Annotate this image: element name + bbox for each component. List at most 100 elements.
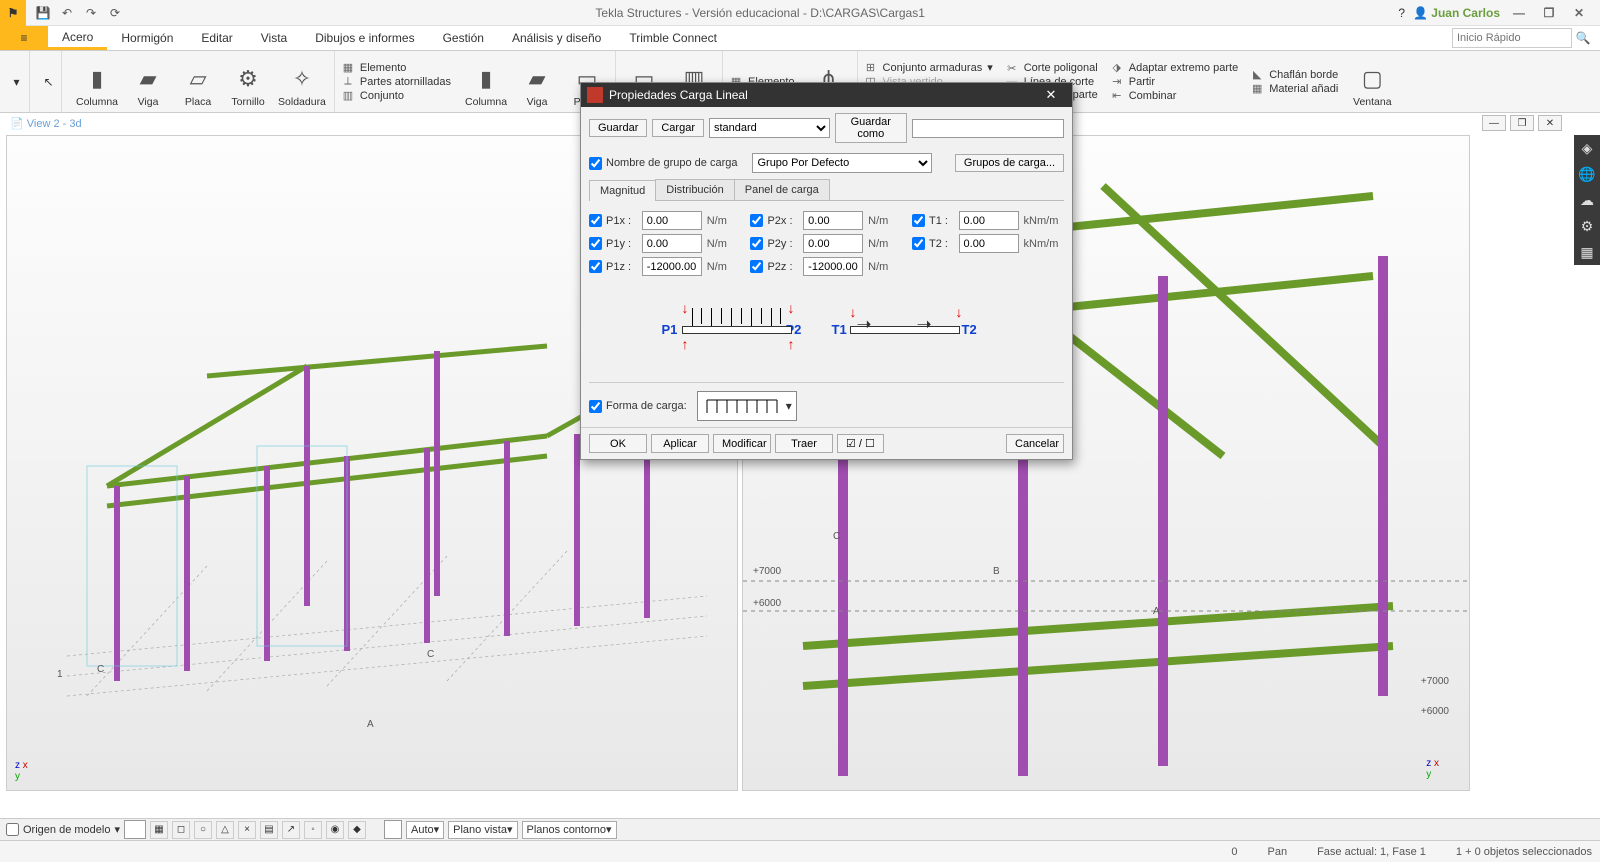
sb-globe-icon[interactable]: 🌐 bbox=[1574, 161, 1600, 187]
rb-adaptar-extremo[interactable]: ⬗Adaptar extremo parte bbox=[1110, 61, 1238, 74]
rb-tornillo[interactable]: ⚙Tornillo bbox=[228, 55, 268, 108]
p2x-input[interactable] bbox=[803, 211, 863, 230]
traer-button[interactable]: Traer bbox=[775, 434, 833, 453]
rb-partir[interactable]: ⇥Partir bbox=[1110, 75, 1238, 88]
bt-snap-node[interactable]: ◆ bbox=[348, 821, 366, 839]
rb-conjunto[interactable]: ▥Conjunto bbox=[341, 89, 451, 102]
bt-snap-mid[interactable]: ○ bbox=[194, 821, 212, 839]
rb-ventana[interactable]: ▢Ventana bbox=[1352, 55, 1392, 108]
p1z-check[interactable]: P1z : bbox=[589, 260, 637, 273]
p2z-check[interactable]: P2z : bbox=[750, 260, 798, 273]
origen-toggle[interactable]: Origen de modelo ▾ bbox=[6, 823, 120, 836]
preset-select[interactable]: standard bbox=[709, 118, 830, 138]
restore-button[interactable]: ❐ bbox=[1538, 6, 1560, 20]
bt-snap-int[interactable]: △ bbox=[216, 821, 234, 839]
p1y-check[interactable]: P1y : bbox=[589, 237, 637, 250]
dialog-titlebar[interactable]: Propiedades Carga Lineal ✕ bbox=[581, 83, 1072, 107]
rb-elemento[interactable]: ▦Elemento bbox=[341, 61, 451, 74]
tab-panel-carga[interactable]: Panel de carga bbox=[734, 179, 830, 200]
tab-hormigon[interactable]: Hormigón bbox=[107, 26, 187, 50]
rb-c-viga[interactable]: ▰Viga bbox=[517, 55, 557, 108]
search-icon[interactable]: 🔍 bbox=[1572, 27, 1594, 49]
minimize-button[interactable]: — bbox=[1508, 6, 1530, 20]
tab-distribucion[interactable]: Distribución bbox=[655, 179, 734, 200]
p1z-input[interactable] bbox=[642, 257, 702, 276]
cancelar-button[interactable]: Cancelar bbox=[1006, 434, 1064, 453]
p2y-input[interactable] bbox=[803, 234, 863, 253]
guardar-button[interactable]: Guardar bbox=[589, 119, 647, 137]
user-label[interactable]: 👤 Juan Carlos bbox=[1413, 6, 1500, 20]
vp-min[interactable]: — bbox=[1482, 115, 1506, 131]
redo-icon[interactable]: ↷ bbox=[82, 4, 100, 22]
bt-snap-perp[interactable]: × bbox=[238, 821, 256, 839]
t2-input[interactable] bbox=[959, 234, 1019, 253]
guardar-como-input[interactable] bbox=[912, 119, 1064, 138]
pointer-tool[interactable]: ▾ bbox=[4, 51, 30, 112]
t1-check[interactable]: T1 : bbox=[912, 214, 954, 227]
guardar-como-button[interactable]: Guardar como bbox=[835, 113, 907, 143]
sb-cloud-icon[interactable]: ☁ bbox=[1574, 187, 1600, 213]
grupo-select[interactable]: Grupo Por Defecto bbox=[752, 153, 932, 173]
bt-snap-grid[interactable]: ▦ bbox=[150, 821, 168, 839]
vp-max[interactable]: ❐ bbox=[1510, 115, 1534, 131]
ok-button[interactable]: OK bbox=[589, 434, 647, 453]
tab-editar[interactable]: Editar bbox=[187, 26, 246, 50]
forma-select[interactable]: ▾ bbox=[697, 391, 797, 421]
close-button[interactable]: ✕ bbox=[1568, 6, 1590, 20]
app-logo[interactable]: ⚑ bbox=[0, 0, 26, 26]
rb-conjunto-armaduras[interactable]: ⊞Conjunto armaduras ▾ bbox=[864, 61, 993, 74]
p1x-input[interactable] bbox=[642, 211, 702, 230]
tab-analisis[interactable]: Análisis y diseño bbox=[498, 26, 615, 50]
p1y-input[interactable] bbox=[642, 234, 702, 253]
tab-magnitud[interactable]: Magnitud bbox=[589, 180, 656, 201]
grupos-carga-button[interactable]: Grupos de carga... bbox=[955, 154, 1064, 172]
sb-gear-icon[interactable]: ⚙ bbox=[1574, 213, 1600, 239]
rb-c-columna[interactable]: ▮Columna bbox=[465, 55, 507, 108]
rb-material[interactable]: ▦Material añadi bbox=[1250, 82, 1338, 95]
p2y-check[interactable]: P2y : bbox=[750, 237, 798, 250]
history-icon[interactable]: ⟳ bbox=[106, 4, 124, 22]
rb-combinar[interactable]: ⇤Combinar bbox=[1110, 89, 1238, 102]
bt-snap-line[interactable]: ▤ bbox=[260, 821, 278, 839]
rb-chaflan[interactable]: ◣Chaflán borde bbox=[1250, 68, 1338, 81]
dialog-close-button[interactable]: ✕ bbox=[1036, 87, 1066, 103]
select-tool[interactable]: ↖ bbox=[36, 51, 62, 112]
rb-placa[interactable]: ▱Placa bbox=[178, 55, 218, 108]
tab-dibujos[interactable]: Dibujos e informes bbox=[301, 26, 428, 50]
tab-vista[interactable]: Vista bbox=[247, 26, 301, 50]
planos-contorno-select[interactable]: Planos contorno ▾ bbox=[522, 821, 617, 839]
p2x-check[interactable]: P2x : bbox=[750, 214, 798, 227]
toggle-button[interactable]: ☑ / ☐ bbox=[837, 434, 884, 453]
bt-snap-near[interactable]: ◦ bbox=[304, 821, 322, 839]
vp-close[interactable]: ✕ bbox=[1538, 115, 1562, 131]
rb-columna[interactable]: ▮Columna bbox=[76, 55, 118, 108]
t1-input[interactable] bbox=[959, 211, 1019, 230]
tab-trimble[interactable]: Trimble Connect bbox=[615, 26, 731, 50]
tab-gestion[interactable]: Gestión bbox=[429, 26, 498, 50]
save-icon[interactable]: 💾 bbox=[34, 4, 52, 22]
t2-check[interactable]: T2 : bbox=[912, 237, 954, 250]
tab-acero[interactable]: Acero bbox=[48, 26, 107, 50]
sb-compass-icon[interactable]: ◈ bbox=[1574, 135, 1600, 161]
modificar-button[interactable]: Modificar bbox=[713, 434, 771, 453]
rb-soldadura[interactable]: ✧Soldadura bbox=[278, 55, 326, 108]
plano-vista-select[interactable]: Plano vista ▾ bbox=[448, 821, 517, 839]
rb-partes-atornilladas[interactable]: ⟂Partes atornilladas bbox=[341, 75, 451, 88]
bt-snap-cen[interactable]: ◉ bbox=[326, 821, 344, 839]
bt-snap-ext[interactable]: ↗ bbox=[282, 821, 300, 839]
grupo-checkbox[interactable]: Nombre de grupo de carga bbox=[589, 157, 737, 170]
rb-corte-poligonal[interactable]: ✂Corte poligonal bbox=[1005, 62, 1098, 75]
p1x-check[interactable]: P1x : bbox=[589, 214, 637, 227]
undo-icon[interactable]: ↶ bbox=[58, 4, 76, 22]
auto-select[interactable]: Auto ▾ bbox=[406, 821, 444, 839]
help-icon[interactable]: ? bbox=[1398, 6, 1405, 20]
file-tab[interactable]: ≡ bbox=[0, 26, 48, 50]
quick-search-input[interactable] bbox=[1452, 28, 1572, 48]
p2z-input[interactable] bbox=[803, 257, 863, 276]
bt-field[interactable] bbox=[124, 820, 146, 839]
cargar-button[interactable]: Cargar bbox=[652, 119, 704, 137]
sb-grid-icon[interactable]: ▦ bbox=[1574, 239, 1600, 265]
forma-checkbox[interactable]: Forma de carga: bbox=[589, 400, 687, 413]
bt-field2[interactable] bbox=[384, 820, 402, 839]
aplicar-button[interactable]: Aplicar bbox=[651, 434, 709, 453]
